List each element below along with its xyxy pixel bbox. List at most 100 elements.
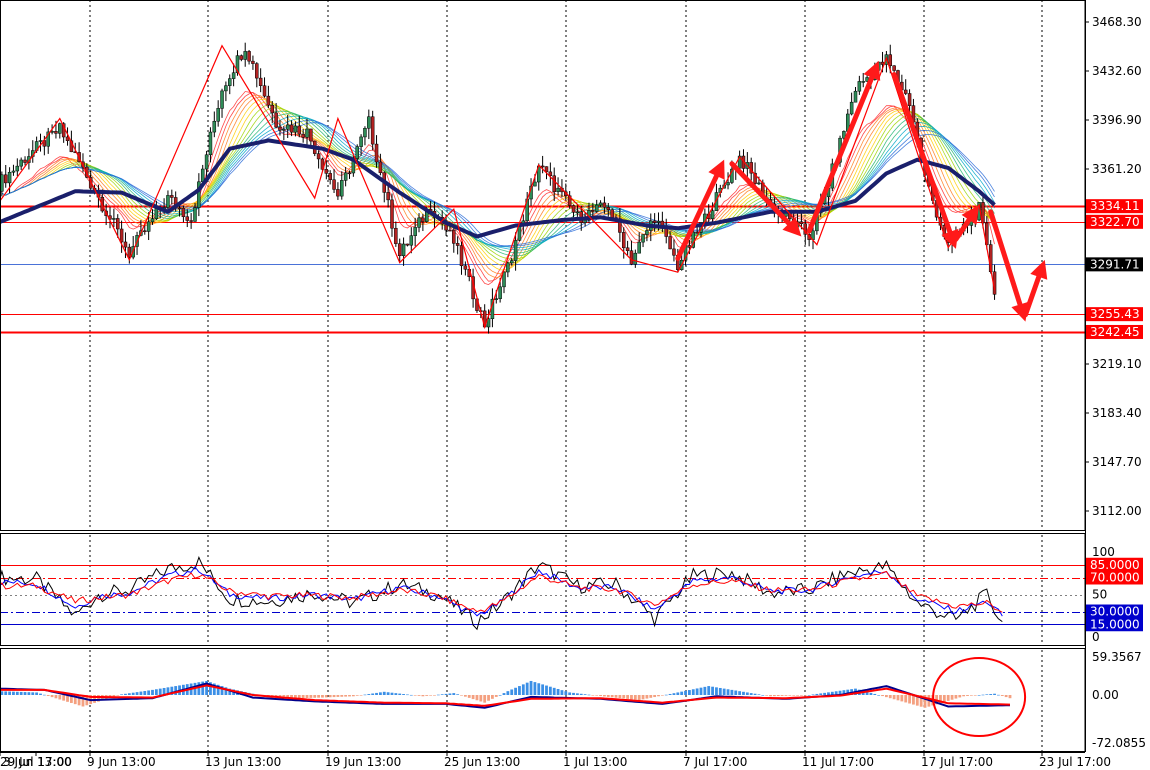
candle-body	[405, 243, 410, 246]
macd-bar	[881, 695, 884, 697]
macd-tick-label-1: 0.00	[1092, 688, 1119, 702]
macd-bar	[985, 694, 989, 695]
macd-bar	[753, 693, 757, 695]
macd-bar	[761, 695, 765, 696]
macd-bar	[946, 695, 950, 701]
macd-tick-label-0: 59.3567	[1092, 650, 1142, 664]
macd-bar	[575, 693, 579, 695]
macd-bar	[595, 695, 599, 696]
macd-bar	[912, 695, 915, 705]
candle-body	[506, 262, 510, 273]
candle-body	[181, 207, 186, 217]
candle-body	[189, 220, 193, 222]
macd-bar	[154, 689, 158, 695]
macd-bar	[351, 695, 355, 697]
macd-bar	[1004, 695, 1008, 698]
macd-bar	[942, 695, 946, 703]
macd-bar	[390, 692, 394, 695]
time-tick-label-6: 7 Jul 17:00	[683, 755, 747, 769]
candle-body	[262, 85, 267, 97]
candle-body	[610, 209, 614, 218]
candle-body	[208, 131, 213, 156]
macd-bar	[31, 692, 35, 695]
macd-bar	[35, 692, 39, 695]
macd-bar	[792, 695, 796, 696]
candle-body	[23, 159, 27, 163]
osc-tag-label-4: 15.0000	[1090, 617, 1140, 631]
macd-bar	[626, 695, 630, 699]
macd-bar	[483, 695, 487, 703]
macd-bar	[718, 687, 722, 695]
candle-body	[293, 125, 298, 133]
time-tick-label-4: 25 Jun 13:00	[444, 755, 520, 769]
macd-bar	[448, 693, 452, 695]
candle-body	[19, 159, 23, 167]
macd-bar	[722, 688, 726, 695]
macd-bar	[521, 684, 525, 695]
macd-bar	[622, 695, 626, 699]
osc-tick-label-2: 0	[1092, 630, 1100, 644]
candle-body	[258, 77, 263, 86]
macd-bar	[552, 687, 556, 695]
price-tick-label-10: 3112.00	[1092, 504, 1142, 518]
macd-bar	[784, 695, 788, 696]
macd-bar	[328, 695, 332, 698]
macd-bar	[684, 690, 687, 695]
candle-body	[710, 210, 715, 219]
macd-bar	[433, 695, 436, 696]
candle-body	[340, 180, 344, 197]
macd-bar	[618, 695, 622, 699]
macd-bar	[375, 692, 378, 695]
macd-bar	[367, 694, 371, 695]
candle-body	[386, 192, 390, 201]
trading-chart[interactable]: 3468.30 3432.60 3396.90 3361.20 3219.10 3183.…	[0, 0, 1150, 770]
level-tag-label-2: 3291.71	[1090, 257, 1140, 271]
candle-body	[552, 175, 556, 192]
candle-body	[591, 210, 595, 212]
macd-bar	[541, 684, 545, 695]
candle-body	[509, 260, 514, 264]
candle-body	[637, 241, 641, 254]
candle-body	[146, 221, 151, 232]
candle-body	[193, 207, 197, 222]
candle-body	[336, 189, 340, 197]
candle-body	[494, 298, 499, 300]
macd-bar	[892, 695, 896, 700]
macd-bar	[510, 689, 514, 695]
candle-body	[726, 182, 730, 186]
macd-bar	[730, 689, 734, 695]
candle-body	[332, 179, 336, 190]
candle-body	[594, 204, 599, 212]
macd-bar	[827, 692, 830, 695]
candle-body	[602, 202, 607, 208]
candle-body	[656, 220, 661, 223]
candle-body	[305, 128, 309, 138]
macd-bar	[131, 692, 135, 695]
macd-bar	[394, 693, 398, 695]
macd-bar	[645, 695, 649, 699]
macd-bar	[769, 695, 772, 697]
candle-body	[598, 202, 603, 206]
macd-bar	[548, 686, 552, 695]
level-tag-label-0: 3334.11	[1090, 199, 1140, 213]
candle-body	[278, 126, 282, 131]
candle-body	[556, 187, 560, 192]
macd-bar	[873, 693, 877, 695]
time-tick-label-7: 11 Jul 17:00	[802, 755, 874, 769]
macd-bar	[649, 695, 653, 698]
macd-bar	[699, 687, 703, 695]
candle-body	[185, 216, 190, 221]
candle-body	[417, 217, 421, 228]
macd-bar	[815, 693, 819, 695]
macd-bar	[958, 695, 962, 698]
macd-bar	[479, 695, 483, 702]
macd-bar	[116, 695, 120, 696]
macd-bar	[823, 692, 826, 695]
candle-body	[853, 90, 858, 103]
price-tick-label-8: 3183.40	[1092, 406, 1142, 420]
macd-bar	[997, 694, 1000, 696]
macd-bar	[691, 689, 695, 695]
macd-bar	[143, 691, 147, 695]
macd-bar	[583, 694, 587, 695]
macd-bar	[908, 695, 911, 704]
